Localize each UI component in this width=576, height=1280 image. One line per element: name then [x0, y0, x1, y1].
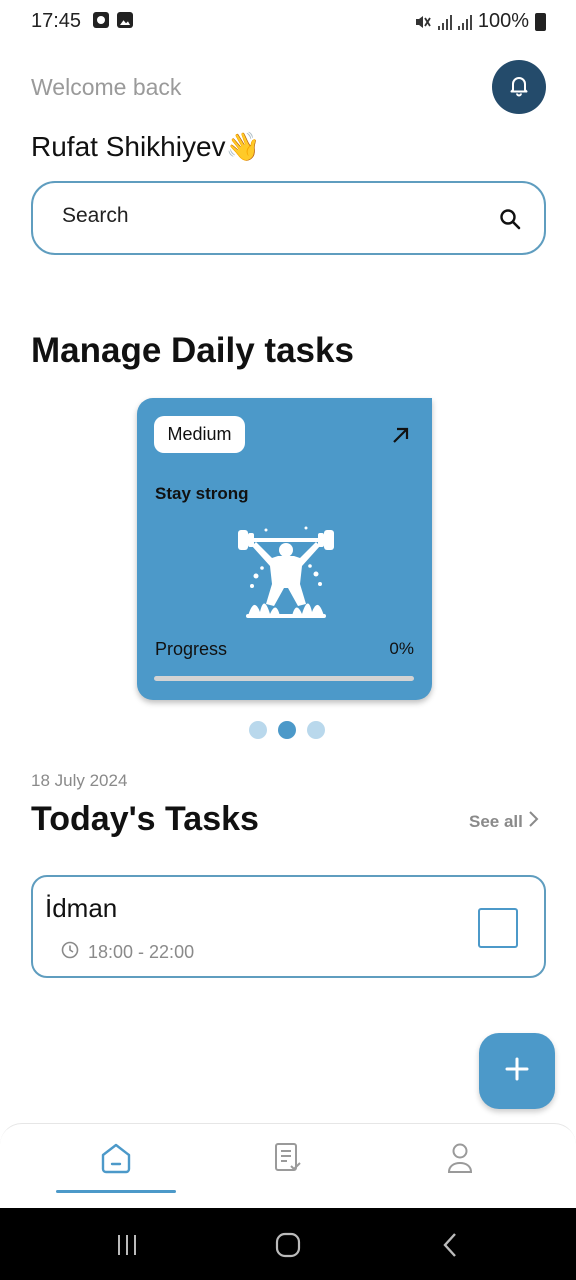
- clock-icon: [61, 941, 79, 964]
- task-name: İdman: [45, 893, 118, 923]
- carousel-dot[interactable]: [249, 721, 267, 739]
- see-all-label: See all: [469, 811, 523, 831]
- recent-apps-icon[interactable]: [114, 1232, 140, 1258]
- welcome-text: Welcome back: [31, 74, 182, 100]
- status-indicators: 100%: [414, 10, 546, 33]
- progress-bar: [154, 676, 414, 681]
- status-bar: 17:45 100%: [0, 0, 576, 44]
- arrow-up-right-icon[interactable]: [390, 425, 410, 450]
- see-all-link[interactable]: See all: [469, 810, 539, 833]
- status-time: 17:45: [31, 10, 82, 32]
- task-checkbox[interactable]: [478, 908, 518, 948]
- mute-icon: [414, 13, 432, 31]
- plus-icon: [504, 1056, 530, 1087]
- weightlifter-icon: [236, 524, 336, 633]
- gallery-notification-icon: [117, 12, 133, 28]
- notification-button[interactable]: [492, 60, 546, 114]
- battery-text: 100%: [477, 10, 529, 32]
- task-time: 18:00 - 22:00: [88, 942, 195, 962]
- battery-icon: [535, 12, 546, 31]
- search-input[interactable]: [62, 204, 462, 228]
- signal-icon-2: [457, 14, 472, 30]
- task-item[interactable]: İdman 18:00 - 22:00: [31, 875, 546, 978]
- active-tab-indicator: [56, 1190, 176, 1193]
- add-task-button[interactable]: [479, 1033, 555, 1109]
- notification-icon: [93, 12, 109, 28]
- progress-label: Progress: [155, 639, 228, 659]
- progress-value: 0%: [389, 639, 414, 658]
- task-card[interactable]: Medium Stay strong Progress 0%: [137, 398, 432, 700]
- nav-profile[interactable]: [440, 1140, 480, 1180]
- nav-home[interactable]: [96, 1140, 136, 1180]
- task-time-row: 18:00 - 22:00: [61, 941, 194, 964]
- user-name: Rufat Shikhiyev👋: [31, 131, 261, 162]
- section-title: Manage Daily tasks: [31, 331, 354, 370]
- back-icon[interactable]: [438, 1232, 464, 1258]
- chevron-right-icon: [527, 810, 539, 833]
- nav-tasks[interactable]: [268, 1140, 308, 1180]
- priority-badge: Medium: [154, 416, 245, 453]
- system-navigation-bar: [0, 1208, 576, 1280]
- profile-icon: [445, 1141, 475, 1180]
- carousel-dot[interactable]: [307, 721, 325, 739]
- today-date: 18 July 2024: [31, 771, 128, 790]
- task-list-icon: [272, 1141, 304, 1180]
- bell-icon: [507, 73, 531, 102]
- carousel-dot[interactable]: [278, 721, 296, 739]
- search-icon[interactable]: [498, 207, 522, 236]
- todays-tasks-title: Today's Tasks: [31, 800, 259, 838]
- card-title: Stay strong: [155, 484, 249, 503]
- home-icon: [98, 1140, 134, 1181]
- signal-icon: [437, 14, 452, 30]
- home-button-icon[interactable]: [275, 1232, 301, 1258]
- search-bar[interactable]: [31, 181, 546, 255]
- bottom-navigation: [0, 1123, 576, 1208]
- carousel-dots: [249, 721, 325, 739]
